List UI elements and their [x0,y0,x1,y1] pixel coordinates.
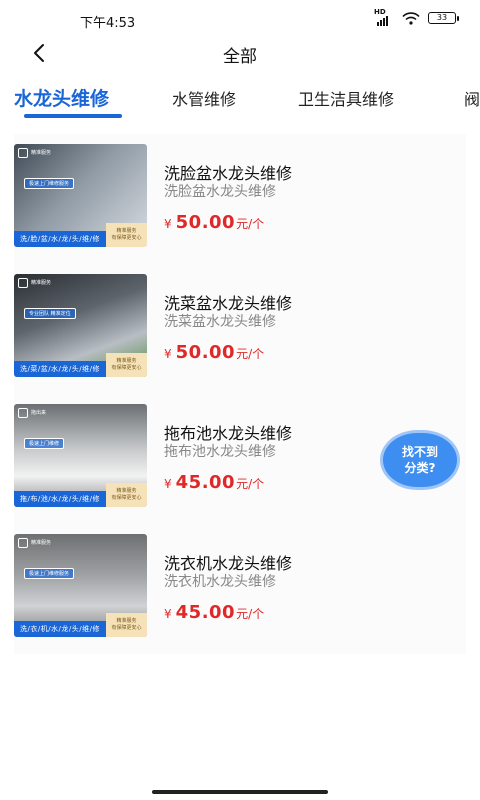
price-currency: ¥ [164,607,172,621]
help-category-button[interactable]: 找不到 分类? [378,428,464,492]
item-price: ¥ 50.00 元/个 [164,212,264,233]
thumb-chip: 极速上门维修 [24,438,65,449]
home-icon [18,148,28,158]
thumb-caption-bar: 拖/布/池/水/龙/头/维/修 [14,491,106,507]
item-price: ¥ 45.00 元/个 [164,602,264,623]
thumb-badge: 精准服务 [18,148,51,158]
price-unit: 元/个 [236,217,265,231]
item-subtitle: 洗衣机水龙头维修 [164,574,276,590]
thumb-badge-text: 拖出来 [31,410,47,416]
thumb-slogan: 精准服务 有保障更安心 [106,483,147,507]
home-icon [18,278,28,288]
item-subtitle: 洗脸盆水龙头维修 [164,184,276,200]
thumb-caption: 拖/布/池/水/龙/头/维/修 [19,495,100,503]
battery-level: 33 [436,13,448,22]
thumb-badge: 精准服务 [18,538,51,548]
item-subtitle: 拖布池水龙头维修 [164,444,276,460]
list-item[interactable]: 精准服务 极速上门维修服务 洗/脸/盆/水/龙/头/维/修 精准服务 有保障更安… [14,134,466,247]
signal-icon: HD [374,8,394,26]
thumb-slogan-line1: 精准服务 [116,618,137,624]
thumb-caption-bar: 洗/菜/盆/水/龙/头/维/修 [14,361,106,377]
help-bubble: 找不到 分类? [380,430,460,490]
home-icon [18,538,28,548]
price-currency: ¥ [164,477,172,491]
home-icon [18,408,28,418]
tab-valve[interactable]: 阀 [464,86,480,110]
price-unit: 元/个 [236,477,265,491]
thumb-slogan: 精准服务 有保障更安心 [106,223,147,247]
active-tab-indicator [24,114,122,118]
tab-pipe-repair[interactable]: 水管维修 [172,86,236,110]
price-unit: 元/个 [236,607,265,621]
help-line1: 找不到 [401,444,438,459]
thumb-chip: 极速上门维修服务 [24,568,75,579]
thumb-caption-bar: 洗/脸/盆/水/龙/头/维/修 [14,231,106,247]
service-list: 精准服务 极速上门维修服务 洗/脸/盆/水/龙/头/维/修 精准服务 有保障更安… [14,134,466,654]
thumb-slogan-line1: 精准服务 [116,228,137,234]
status-time: 下午4:53 [80,16,136,31]
thumb-chip: 极速上门维修服务 [24,178,75,189]
thumb-caption: 洗/脸/盆/水/龙/头/维/修 [19,235,100,243]
service-thumbnail: 精准服务 专业团队 精准定位 洗/菜/盆/水/龙/头/维/修 精准服务 有保障更… [14,274,147,377]
list-item[interactable]: 精准服务 极速上门维修服务 洗/衣/机/水/龙/头/维/修 精准服务 有保障更安… [14,524,466,637]
thumb-slogan: 精准服务 有保障更安心 [106,353,147,377]
price-amount: 50.00 [175,342,236,363]
battery-icon: 33 [428,12,459,24]
price-unit: 元/个 [236,347,265,361]
thumb-slogan-line1: 精准服务 [116,488,137,494]
thumb-slogan-line2: 有保障更安心 [111,625,142,631]
price-currency: ¥ [164,347,172,361]
price-amount: 50.00 [175,212,236,233]
thumb-slogan-line2: 有保障更安心 [111,235,142,241]
thumb-chip: 专业团队 精准定位 [24,308,76,319]
thumb-badge: 精准服务 [18,278,51,288]
wifi-icon [402,11,420,25]
page-title: 全部 [223,47,257,67]
thumb-badge-text: 精准服务 [31,280,52,286]
service-thumbnail: 精准服务 极速上门维修服务 洗/衣/机/水/龙/头/维/修 精准服务 有保障更安… [14,534,147,637]
list-item[interactable]: 精准服务 专业团队 精准定位 洗/菜/盆/水/龙/头/维/修 精准服务 有保障更… [14,264,466,377]
thumb-slogan-line1: 精准服务 [116,358,137,364]
thumb-badge-text: 精准服务 [31,150,52,156]
thumb-slogan: 精准服务 有保障更安心 [106,613,147,637]
status-bar: 下午4:53 HD 33 [0,0,480,38]
thumb-caption: 洗/菜/盆/水/龙/头/维/修 [19,365,100,373]
item-price: ¥ 45.00 元/个 [164,472,264,493]
thumb-badge: 拖出来 [18,408,46,418]
price-amount: 45.00 [175,472,236,493]
service-thumbnail: 精准服务 极速上门维修服务 洗/脸/盆/水/龙/头/维/修 精准服务 有保障更安… [14,144,147,247]
item-price: ¥ 50.00 元/个 [164,342,264,363]
thumb-slogan-line2: 有保障更安心 [111,495,142,501]
help-line2: 分类? [404,461,436,475]
tab-sanitary-repair[interactable]: 卫生洁具维修 [298,86,394,110]
thumb-slogan-line2: 有保障更安心 [111,365,142,371]
price-currency: ¥ [164,217,172,231]
thumb-caption-bar: 洗/衣/机/水/龙/头/维/修 [14,621,106,637]
price-amount: 45.00 [175,602,236,623]
thumb-badge-text: 精准服务 [31,540,52,546]
status-icons: HD 33 [374,8,459,26]
thumb-caption: 洗/衣/机/水/龙/头/维/修 [19,625,100,633]
network-type: HD [374,8,386,16]
home-indicator[interactable] [152,790,328,794]
header: 全部 [0,38,480,70]
item-subtitle: 洗菜盆水龙头维修 [164,314,276,330]
service-thumbnail: 拖出来 极速上门维修 拖/布/池/水/龙/头/维/修 精准服务 有保障更安心 [14,404,147,507]
tab-faucet-repair[interactable]: 水龙头维修 [14,84,109,111]
